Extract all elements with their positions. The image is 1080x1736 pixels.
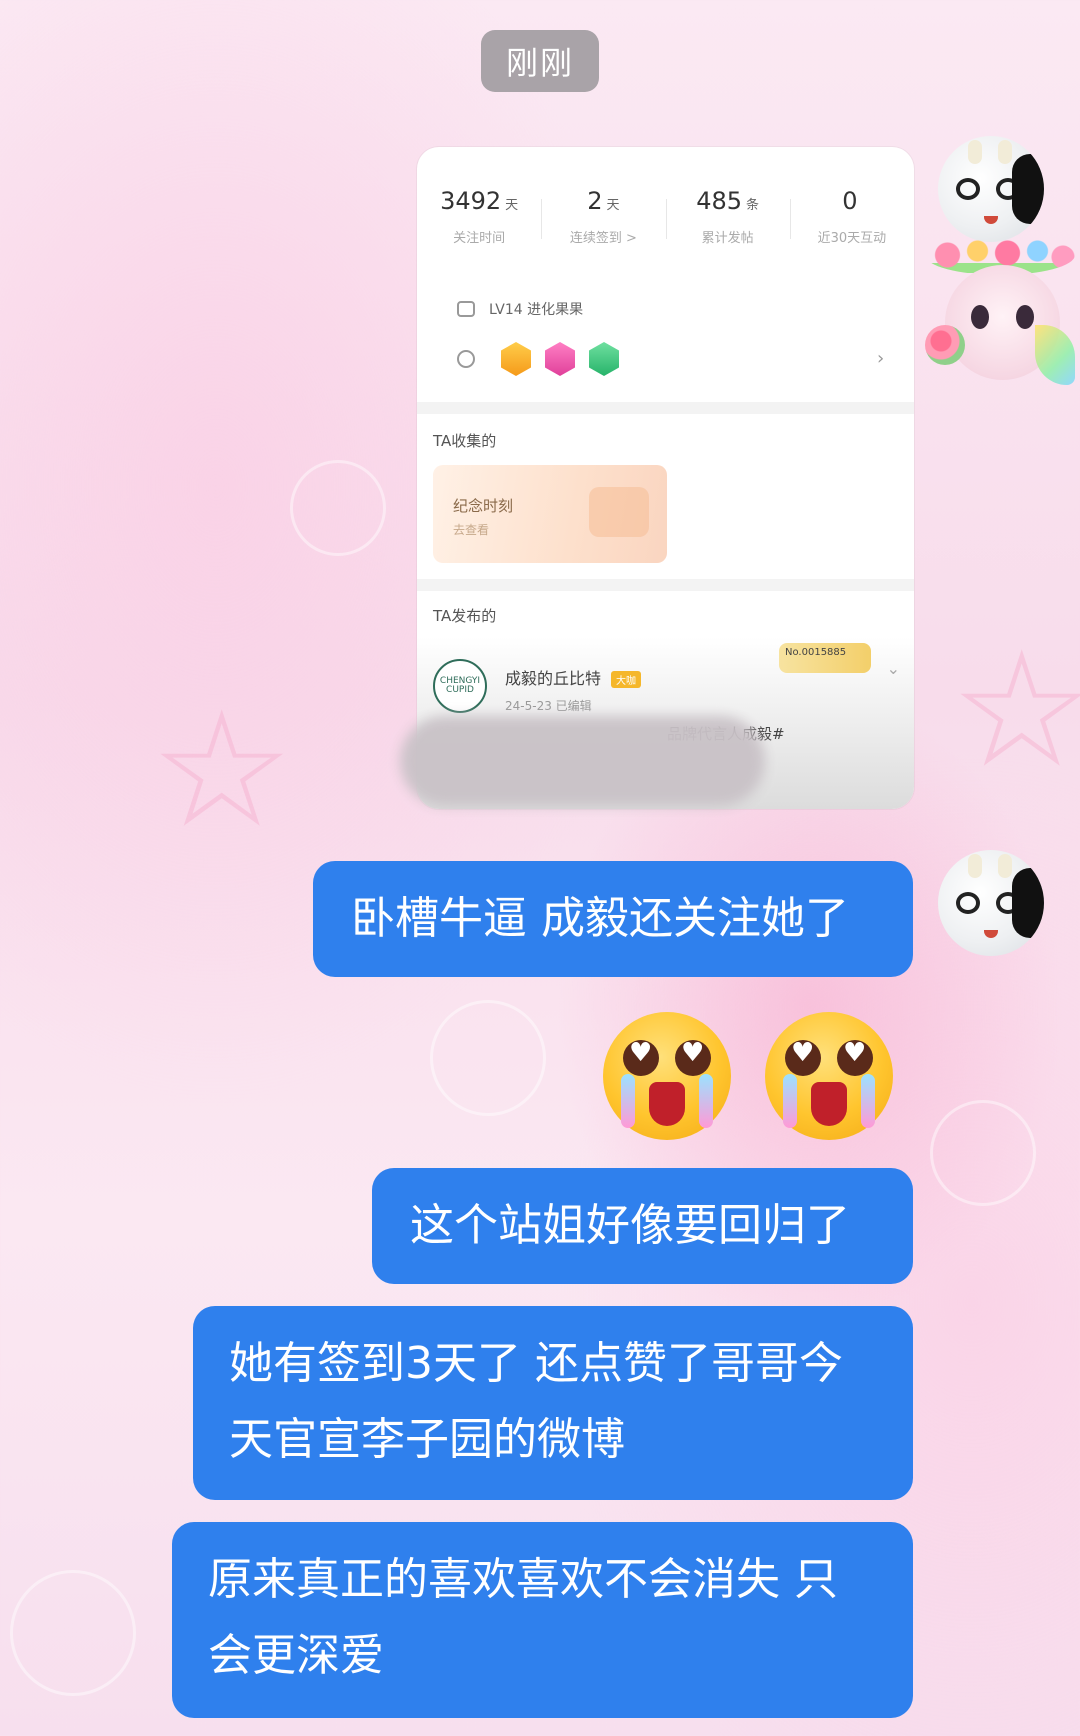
message-bubble[interactable]: 卧槽牛逼 成毅还关注她了 xyxy=(313,861,913,977)
post-author-name: 成毅的丘比特 大咖 xyxy=(505,665,642,689)
medal-icon xyxy=(501,342,531,376)
timestamp-pill: 刚刚 xyxy=(481,30,599,92)
user-avatar[interactable] xyxy=(938,136,1044,242)
medal-icon xyxy=(545,342,575,376)
medal-icon xyxy=(589,342,619,376)
stats-row: 3492 天 关注时间 2天 连续签到 > 485 条 累计发帖 0 近30天互动 xyxy=(417,187,914,246)
message-bubble[interactable]: 这个站姐好像要回归了 xyxy=(372,1168,913,1284)
user-avatar[interactable] xyxy=(938,850,1044,956)
bg-swirl xyxy=(10,1570,136,1696)
stat-interactions: 0 近30天互动 xyxy=(789,187,914,246)
message-bubble[interactable]: 原来真正的喜欢喜欢不会消失 只 会更深爱 xyxy=(172,1522,913,1718)
stat-posts: 485 条 累计发帖 xyxy=(665,187,790,246)
crying-heart-eyes-emoji[interactable] xyxy=(765,1012,893,1140)
fan-number-badge: No.0015885 xyxy=(779,643,871,673)
badge-icon xyxy=(457,301,475,317)
post-date: 24-5-23 已编辑 xyxy=(505,699,592,713)
post-author-avatar: CHENGYI CUPID xyxy=(433,659,487,713)
pet-mascot-icon xyxy=(925,235,1075,405)
collected-title: TA收集的 xyxy=(433,432,497,450)
level-label: LV14 进化果果 xyxy=(457,299,583,319)
chevron-down-icon[interactable]: ⌄ xyxy=(887,659,900,678)
badge-row[interactable]: › xyxy=(457,342,884,376)
settings-icon xyxy=(457,350,475,368)
bg-swirl xyxy=(930,1100,1036,1206)
vip-badge: 大咖 xyxy=(611,671,642,688)
chevron-right-icon[interactable]: › xyxy=(877,348,884,369)
shared-screenshot-message[interactable]: 3492 天 关注时间 2天 连续签到 > 485 条 累计发帖 0 近30天互动 … xyxy=(417,147,914,809)
bg-swirl xyxy=(290,460,386,556)
stat-checkin[interactable]: 2天 连续签到 > xyxy=(541,187,665,246)
bg-star: ☆ xyxy=(150,676,294,863)
blurred-redaction xyxy=(400,716,765,806)
message-bubble[interactable]: 她有签到3天了 还点赞了哥哥今 天官宣李子园的微博 xyxy=(193,1306,913,1500)
memory-card[interactable]: 纪念时刻 去查看 xyxy=(433,465,667,563)
bg-star: ☆ xyxy=(950,616,1080,803)
posted-title: TA发布的 xyxy=(433,607,497,625)
stat-follow-days: 3492 天 关注时间 xyxy=(440,187,519,246)
bg-swirl xyxy=(430,1000,546,1116)
crying-heart-eyes-emoji[interactable] xyxy=(603,1012,731,1140)
